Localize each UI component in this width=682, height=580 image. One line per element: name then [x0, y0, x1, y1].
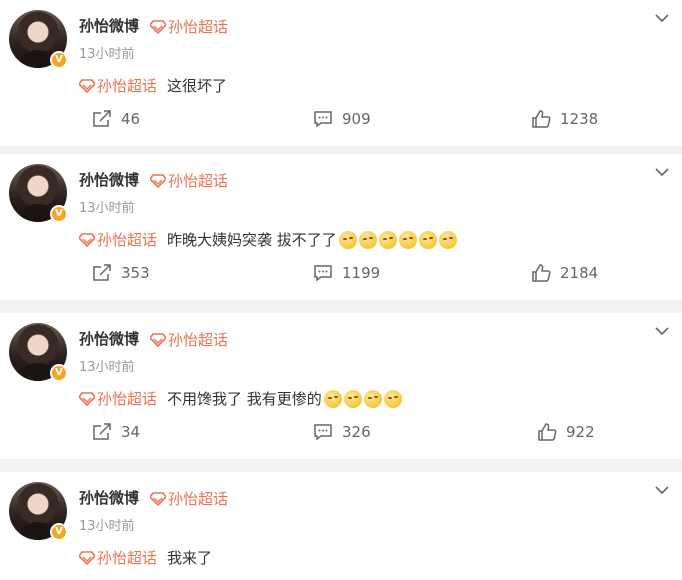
post-text: 这很坏了	[167, 77, 228, 95]
share-count: 46	[121, 110, 141, 128]
post-card: V 孙怡微博 孙怡超话 13小时前 孙怡超话 这很坏了 46 909 1238	[0, 0, 682, 146]
topic-link-label: 孙怡超话	[97, 231, 158, 249]
like-count: 1238	[560, 110, 599, 128]
share-icon	[93, 423, 111, 440]
like-button[interactable]: 2184	[531, 264, 598, 282]
share-count: 34	[121, 423, 141, 441]
post-time[interactable]: 13小时前	[79, 356, 135, 375]
like-count: 922	[566, 423, 595, 441]
smirk-emoji-icon	[383, 389, 402, 408]
topic-link-label: 孙怡超话	[97, 390, 158, 408]
comment-icon	[314, 111, 332, 128]
smirk-emoji-icon	[358, 230, 377, 249]
comment-count: 326	[342, 423, 371, 441]
comment-icon	[314, 424, 332, 441]
comment-count: 909	[342, 110, 371, 128]
topic-link[interactable]: 孙怡超话	[79, 547, 157, 568]
emoji-row	[337, 230, 457, 249]
smirk-emoji-icon	[363, 389, 382, 408]
diamond-icon	[150, 332, 166, 347]
diamond-icon	[79, 550, 95, 565]
chevron-down-icon[interactable]	[654, 12, 670, 24]
emoji-row	[322, 389, 402, 408]
topic-tag-label: 孙怡超话	[168, 172, 229, 190]
diamond-icon	[150, 173, 166, 188]
post-content: 孙怡超话 这很坏了	[79, 75, 227, 96]
smirk-emoji-icon	[398, 230, 417, 249]
author-name[interactable]: 孙怡微博	[79, 487, 139, 508]
post-text: 不用馋我了 我有更惨的	[167, 390, 322, 408]
post-text: 昨晚大姨妈突袭 拔不了了	[167, 231, 337, 249]
chevron-down-icon[interactable]	[654, 325, 670, 337]
like-button[interactable]: 922	[537, 423, 595, 441]
share-icon	[93, 110, 111, 127]
smirk-emoji-icon	[378, 230, 397, 249]
topic-link-label: 孙怡超话	[97, 77, 158, 95]
topic-link[interactable]: 孙怡超话	[79, 388, 157, 409]
author-name[interactable]: 孙怡微博	[79, 169, 139, 190]
smirk-emoji-icon	[343, 389, 362, 408]
topic-tag[interactable]: 孙怡超话	[150, 16, 228, 37]
topic-link[interactable]: 孙怡超话	[79, 229, 157, 250]
author-name[interactable]: 孙怡微博	[79, 328, 139, 349]
comment-icon	[314, 265, 332, 282]
post-text: 我来了	[167, 549, 213, 567]
post-content: 孙怡超话 昨晚大姨妈突袭 拔不了了	[79, 229, 457, 250]
topic-tag[interactable]: 孙怡超话	[150, 329, 228, 350]
smirk-emoji-icon	[418, 230, 437, 249]
topic-tag-label: 孙怡超话	[168, 490, 229, 508]
like-button[interactable]: 1238	[531, 110, 598, 128]
diamond-icon	[150, 491, 166, 506]
smirk-emoji-icon	[323, 389, 342, 408]
topic-tag-label: 孙怡超话	[168, 331, 229, 349]
post-time[interactable]: 13小时前	[79, 197, 135, 216]
thumbs-up-icon	[532, 110, 551, 128]
post-card: V 孙怡微博 孙怡超话 13小时前 孙怡超话 不用馋我了 我有更惨的 34 32…	[0, 313, 682, 459]
share-button[interactable]: 34	[92, 423, 140, 441]
verified-badge: V	[50, 205, 68, 223]
diamond-icon	[79, 391, 95, 406]
post-card: V 孙怡微博 孙怡超话 13小时前 孙怡超话 我来了	[0, 472, 682, 580]
share-button[interactable]: 46	[92, 110, 140, 128]
comment-button[interactable]: 909	[313, 110, 371, 128]
post-time[interactable]: 13小时前	[79, 515, 135, 534]
verified-badge: V	[50, 364, 68, 382]
share-count: 353	[121, 264, 150, 282]
like-count: 2184	[560, 264, 599, 282]
chevron-down-icon[interactable]	[654, 166, 670, 178]
post-time[interactable]: 13小时前	[79, 43, 135, 62]
post-content: 孙怡超话 不用馋我了 我有更惨的	[79, 388, 402, 409]
share-icon	[93, 264, 111, 281]
topic-tag[interactable]: 孙怡超话	[150, 170, 228, 191]
verified-badge: V	[50, 51, 68, 69]
comment-count: 1199	[342, 264, 381, 282]
chevron-down-icon[interactable]	[654, 484, 670, 496]
topic-tag[interactable]: 孙怡超话	[150, 488, 228, 509]
post-card: V 孙怡微博 孙怡超话 13小时前 孙怡超话 昨晚大姨妈突袭 拔不了了 353 …	[0, 154, 682, 300]
topic-link[interactable]: 孙怡超话	[79, 75, 157, 96]
author-name[interactable]: 孙怡微博	[79, 15, 139, 36]
smirk-emoji-icon	[438, 230, 457, 249]
post-content: 孙怡超话 我来了	[79, 547, 212, 568]
topic-link-label: 孙怡超话	[97, 549, 158, 567]
diamond-icon	[150, 19, 166, 34]
verified-badge: V	[50, 523, 68, 541]
share-button[interactable]: 353	[92, 264, 150, 282]
comment-button[interactable]: 1199	[313, 264, 380, 282]
topic-tag-label: 孙怡超话	[168, 18, 229, 36]
smirk-emoji-icon	[338, 230, 357, 249]
thumbs-up-icon	[538, 423, 557, 441]
diamond-icon	[79, 78, 95, 93]
comment-button[interactable]: 326	[313, 423, 371, 441]
thumbs-up-icon	[532, 264, 551, 282]
diamond-icon	[79, 232, 95, 247]
